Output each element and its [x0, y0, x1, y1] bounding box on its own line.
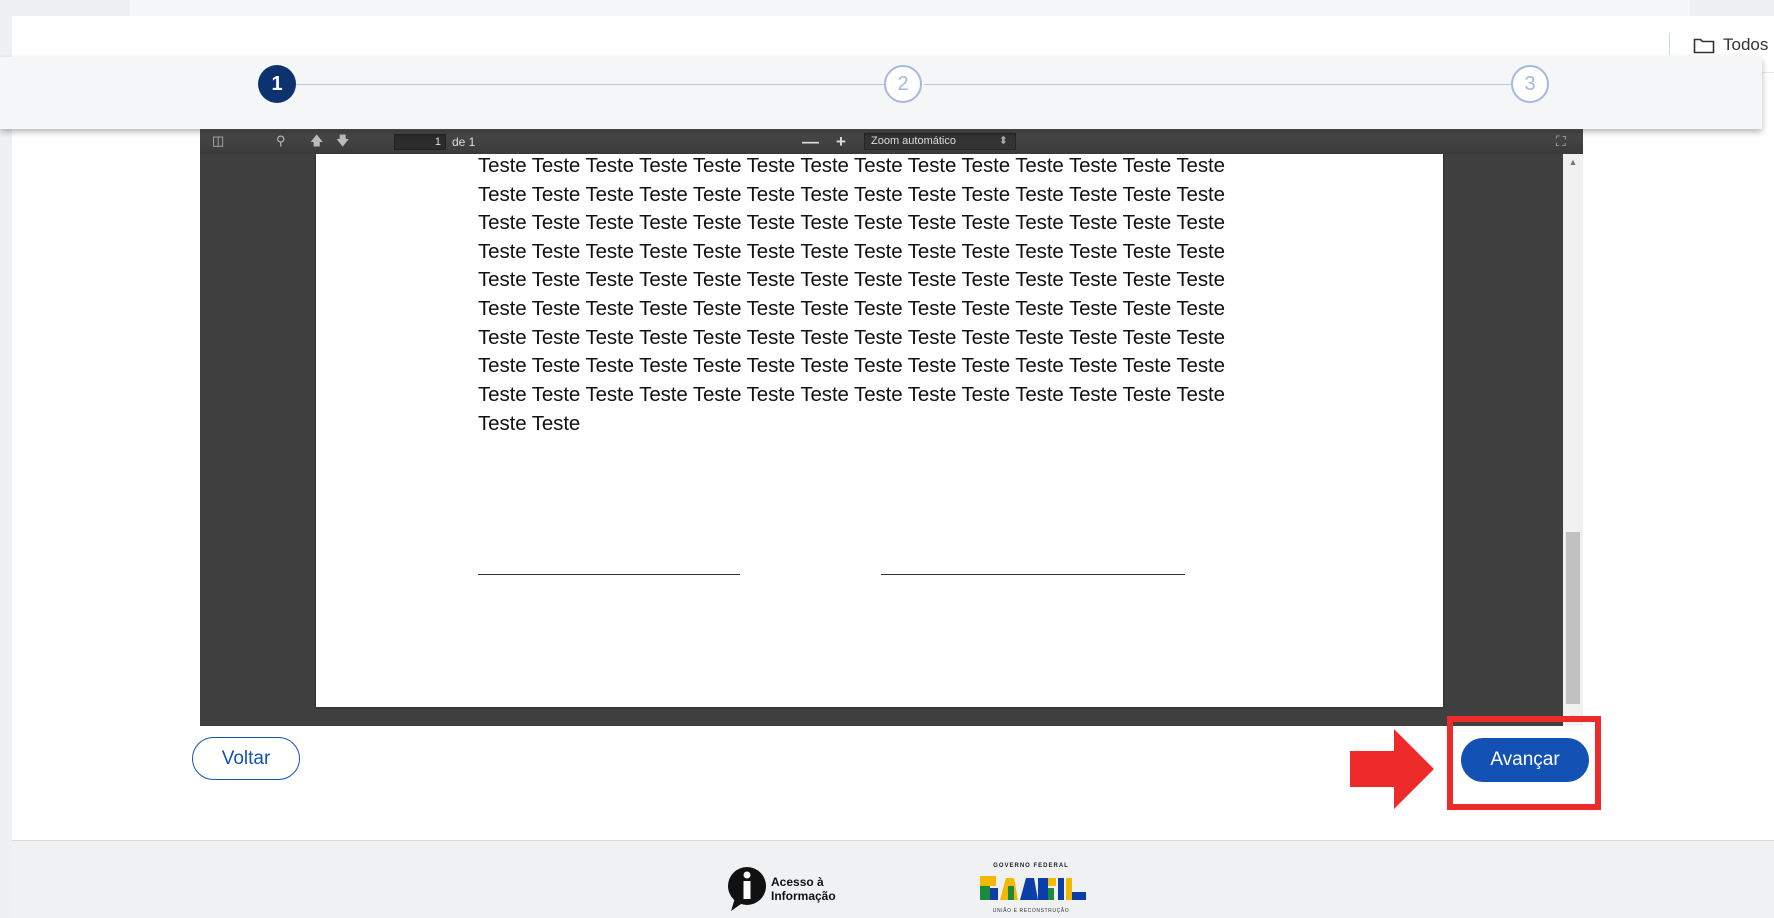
document-text-line: Teste Teste Teste Teste Teste Teste Test…	[478, 326, 1225, 349]
top-strip-inner	[130, 0, 1690, 17]
zoom-out-button[interactable]: —	[802, 132, 819, 152]
top-strip	[0, 0, 1774, 17]
lai-text-line1: Acesso à	[771, 875, 824, 889]
folder-icon	[1693, 38, 1715, 54]
gov-top-text: GOVERNO FEDERAL	[993, 863, 1069, 869]
next-page-icon[interactable]: 🡇	[336, 134, 349, 148]
step-3-indicator: 3	[1511, 65, 1549, 103]
page-count-label: de 1	[452, 135, 476, 149]
step-connector-2	[924, 84, 1513, 85]
document-text-line: Teste Teste Teste Teste Teste Teste Test…	[478, 268, 1225, 291]
zoom-select-value: Zoom automático	[871, 135, 956, 147]
scroll-down-arrow-icon[interactable]: ▼	[1563, 710, 1583, 726]
stepper: 1 2 3	[0, 57, 1762, 129]
back-button[interactable]: Voltar	[192, 737, 300, 780]
all-folders-link[interactable]: Todos	[1693, 33, 1768, 57]
lai-text-line2: Informação	[771, 889, 836, 903]
pdf-page: Teste Teste Teste Teste Teste Teste Test…	[316, 154, 1443, 707]
document-text-line: Teste Teste Teste Teste Teste Teste Test…	[478, 383, 1225, 406]
sidebar-toggle-icon[interactable]: ◫	[212, 134, 224, 148]
fullscreen-icon[interactable]: ⛶	[1556, 133, 1566, 150]
next-button[interactable]: Avançar	[1461, 738, 1589, 782]
step-2-indicator: 2	[884, 65, 922, 103]
step-1-indicator: 1	[258, 65, 296, 103]
info-icon	[728, 867, 766, 911]
document-text-line: Teste Teste	[478, 412, 581, 435]
document-text-line: Teste Teste Teste Teste Teste Teste Test…	[478, 240, 1225, 263]
previous-page-icon[interactable]: 🡅	[310, 134, 323, 148]
footer: Acesso à Informação GOVERNO FEDERAL UNIÃ…	[12, 840, 1774, 918]
search-icon[interactable]: ⚲	[276, 134, 286, 148]
government-logo[interactable]: GOVERNO FEDERAL UNIÃO E RECONSTRUÇÃO	[972, 863, 1090, 915]
gov-bottom-text: UNIÃO E RECONSTRUÇÃO	[992, 908, 1070, 914]
folder-label: Todos	[1723, 35, 1769, 54]
pdf-viewer: ◫ ⚲ 🡅 🡇 1 de 1 — + Zoom automático ⬍ ⛶ T…	[200, 129, 1583, 726]
signature-line-left	[478, 574, 740, 575]
pdf-scrollbar[interactable]: ▲ ▼	[1563, 154, 1583, 726]
red-arrow-annotation-icon	[1350, 729, 1434, 809]
brasil-logo-icon	[980, 876, 1086, 900]
pdf-toolbar: ◫ ⚲ 🡅 🡇 1 de 1 — + Zoom automático ⬍ ⛶	[200, 130, 1583, 154]
signature-line-right	[881, 574, 1185, 575]
pdf-document-area[interactable]: Teste Teste Teste Teste Teste Teste Test…	[200, 154, 1583, 726]
document-text-line: Teste Teste Teste Teste Teste Teste Test…	[478, 354, 1225, 377]
scroll-up-arrow-icon[interactable]: ▲	[1563, 154, 1583, 170]
document-text-line: Teste Teste Teste Teste Teste Teste Test…	[478, 154, 1225, 177]
step-connector-1	[279, 84, 888, 85]
document-text-line: Teste Teste Teste Teste Teste Teste Test…	[478, 297, 1225, 320]
zoom-select[interactable]: Zoom automático ⬍	[864, 133, 1016, 150]
scrollbar-thumb[interactable]	[1566, 532, 1580, 704]
access-to-information-logo[interactable]: Acesso à Informação	[727, 864, 836, 914]
document-text-line: Teste Teste Teste Teste Teste Teste Test…	[478, 183, 1225, 206]
page-number-input[interactable]: 1	[394, 134, 446, 150]
document-text-line: Teste Teste Teste Teste Teste Teste Test…	[478, 211, 1225, 234]
header-divider	[1669, 33, 1670, 55]
zoom-in-button[interactable]: +	[836, 132, 846, 152]
select-arrows-icon: ⬍	[998, 135, 1008, 147]
